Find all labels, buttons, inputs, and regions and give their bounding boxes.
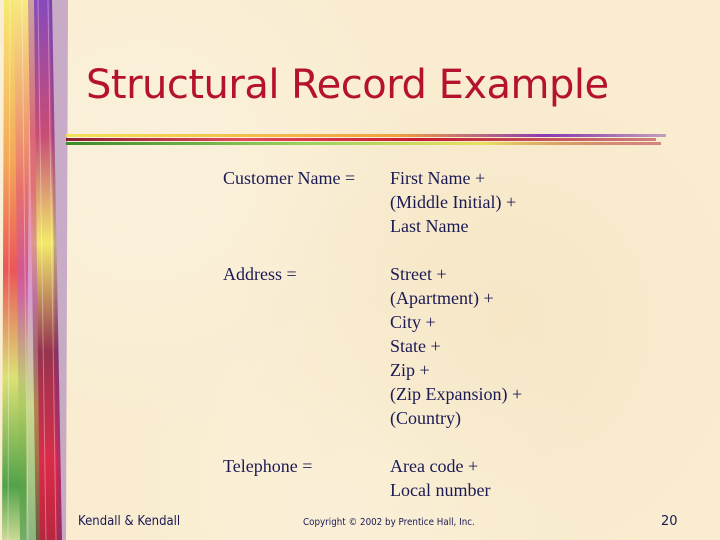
definition-line: (Apartment) +: [390, 288, 494, 308]
definition-line: First Name +: [390, 168, 486, 188]
structural-record-definitions: Customer Name = First Name + (Middle Ini…: [223, 166, 522, 526]
footer-author: Kendall & Kendall: [78, 514, 181, 529]
definition-line: City +: [390, 312, 436, 332]
definition-entry-telephone: Telephone = Area code + Local number: [223, 454, 522, 502]
slide-page-number: 20: [661, 514, 678, 529]
definition-line: Zip +: [390, 360, 430, 380]
definition-line: Last Name: [390, 216, 469, 236]
entry-definition: First Name + (Middle Initial) + Last Nam…: [390, 166, 516, 238]
decorative-title-rule: [66, 134, 666, 145]
definition-entry-customer-name: Customer Name = First Name + (Middle Ini…: [223, 166, 522, 238]
definition-line: Street +: [390, 264, 447, 284]
footer-copyright: Copyright © 2002 by Prentice Hall, Inc.: [303, 517, 475, 528]
slide-title: Structural Record Example: [86, 62, 609, 108]
entry-definition: Area code + Local number: [390, 454, 490, 502]
entry-term: Address =: [223, 264, 297, 284]
decorative-brushstroke-stripe: [2, 0, 68, 540]
entry-term: Customer Name =: [223, 168, 356, 188]
definition-line: (Zip Expansion) +: [390, 384, 523, 404]
entry-term: Telephone =: [223, 456, 313, 476]
definition-line: (Middle Initial) +: [390, 192, 517, 212]
entry-definition: Street + (Apartment) + City + State + Zi…: [390, 262, 522, 430]
definition-entry-address: Address = Street + (Apartment) + City + …: [223, 262, 522, 430]
definition-line: Local number: [390, 480, 491, 500]
definition-line: State +: [390, 336, 441, 356]
definition-line: (Country): [390, 408, 461, 428]
definition-line: Area code +: [390, 456, 479, 476]
